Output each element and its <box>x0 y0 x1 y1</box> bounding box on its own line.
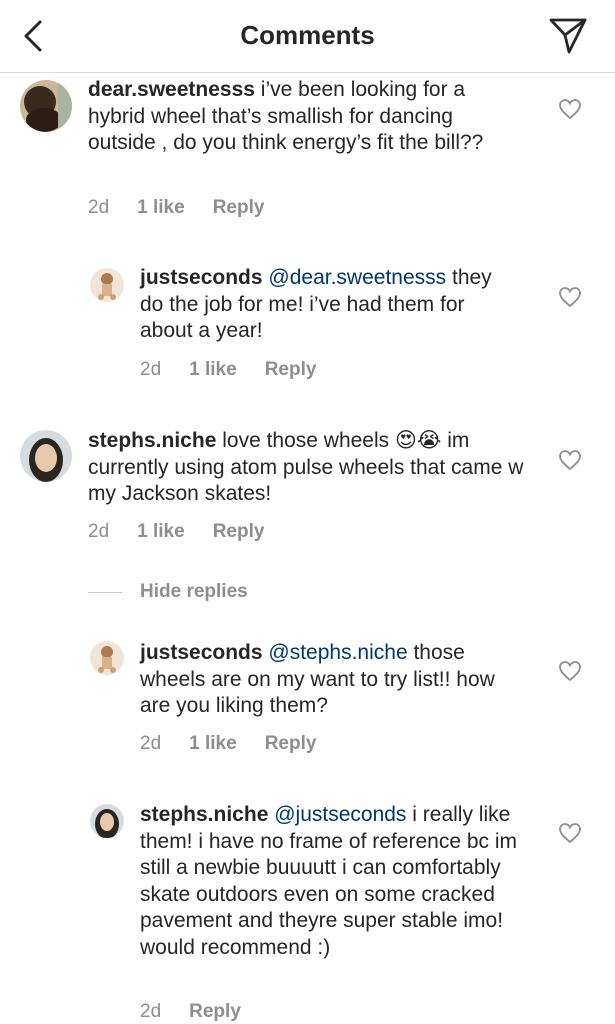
comment-meta: 2d 1 like Reply <box>140 359 344 381</box>
reply-button[interactable]: Reply <box>213 521 265 542</box>
page-title: Comments <box>240 20 375 50</box>
heart-icon[interactable] <box>558 822 582 844</box>
comment-meta: 2d 1 like Reply <box>140 733 344 755</box>
comment-meta: 2d 1 like Reply <box>88 197 292 219</box>
heart-icon[interactable] <box>558 449 582 471</box>
comment-text: justseconds @stephs.niche those wheels a… <box>140 640 510 720</box>
comment-username[interactable]: dear.sweetnesss <box>88 78 255 101</box>
comment-likes[interactable]: 1 like <box>137 521 185 542</box>
divider <box>88 592 122 593</box>
avatar[interactable] <box>90 641 124 675</box>
comment-likes[interactable]: 1 like <box>137 197 185 218</box>
heart-icon[interactable] <box>558 660 582 682</box>
comment-text: stephs.niche love those wheels 😍😭 im cur… <box>88 428 528 508</box>
comment-username[interactable]: justseconds <box>140 641 263 664</box>
mention-link[interactable]: @dear.sweetnesss <box>268 266 446 289</box>
reply-button[interactable]: Reply <box>265 359 317 380</box>
comment-meta: 2d 1 like Reply <box>88 521 292 543</box>
comment-text: stephs.niche @justseconds i really like … <box>140 802 520 961</box>
comment-meta: 2d Reply <box>140 1001 269 1023</box>
avatar[interactable] <box>20 80 72 132</box>
comment-body: i really like them! i have no frame of r… <box>140 803 518 959</box>
send-icon[interactable] <box>548 16 588 56</box>
avatar[interactable] <box>90 268 124 302</box>
comment-likes[interactable]: 1 like <box>189 733 237 754</box>
comment-time: 2d <box>140 733 162 754</box>
avatar[interactable] <box>20 430 72 482</box>
reply-button[interactable]: Reply <box>213 197 265 218</box>
heart-icon[interactable] <box>558 286 582 308</box>
heart-icon[interactable] <box>558 98 582 120</box>
header-bar: Comments <box>0 0 615 73</box>
comment-text: dear.sweetnesss i’ve been looking for a … <box>88 77 518 157</box>
comment-username[interactable]: stephs.niche <box>140 803 268 826</box>
mention-link[interactable]: @justseconds <box>274 803 406 826</box>
comment-time: 2d <box>88 197 110 218</box>
comment-username[interactable]: justseconds <box>140 266 263 289</box>
mention-link[interactable]: @stephs.niche <box>268 641 407 664</box>
comment-likes[interactable]: 1 like <box>189 359 237 380</box>
comment-time: 2d <box>140 359 162 380</box>
reply-button[interactable]: Reply <box>265 733 317 754</box>
comment-time: 2d <box>140 1001 162 1022</box>
comment-text: justseconds @dear.sweetnesss they do the… <box>140 265 510 345</box>
avatar[interactable] <box>90 804 124 838</box>
hide-replies-button[interactable]: Hide replies <box>140 581 248 603</box>
comment-time: 2d <box>88 521 110 542</box>
reply-button[interactable]: Reply <box>189 1001 241 1022</box>
comment-username[interactable]: stephs.niche <box>88 429 216 452</box>
